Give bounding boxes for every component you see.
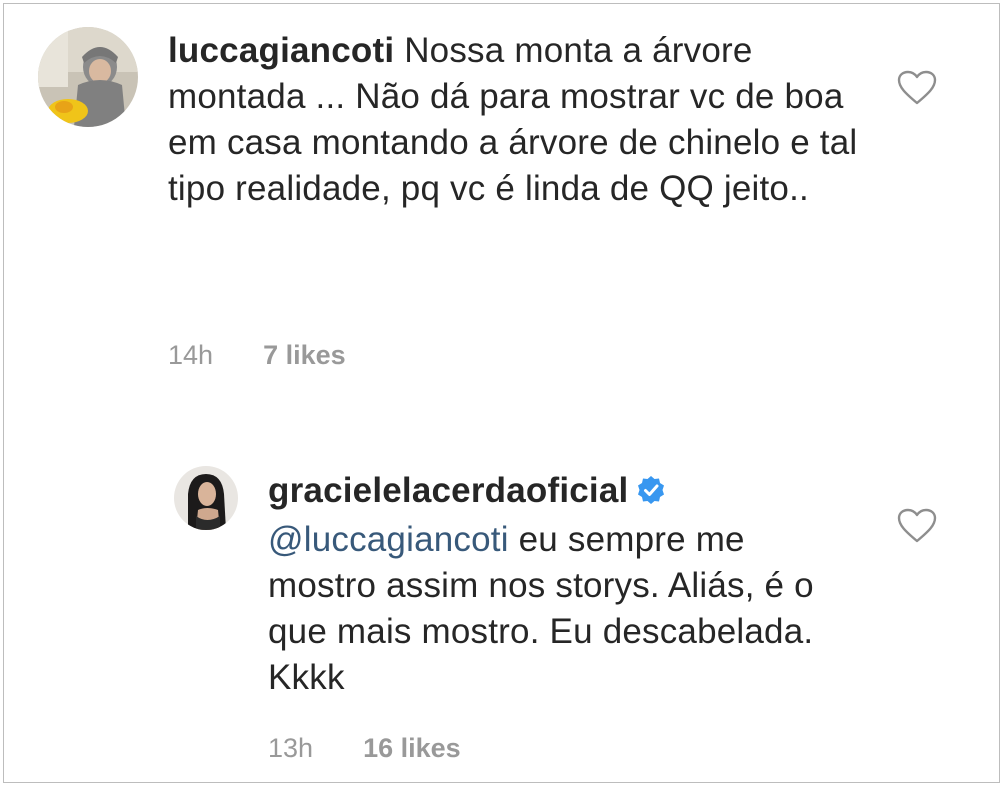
comment-username[interactable]: luccagiancoti <box>168 31 394 70</box>
commenter-avatar[interactable] <box>38 27 138 127</box>
heart-outline-icon[interactable] <box>897 70 937 111</box>
woman-photo-avatar-icon <box>174 466 238 530</box>
heart-outline-icon[interactable] <box>897 508 937 549</box>
commenter-avatar[interactable] <box>174 466 238 530</box>
comment-meta: 13h 16 likes <box>268 733 461 764</box>
baby-photo-avatar-icon <box>38 27 138 127</box>
comment-body: luccagiancoti Nossa monta a árvore monta… <box>168 28 868 212</box>
comment-likes[interactable]: 16 likes <box>363 733 461 763</box>
comment-mention-link[interactable]: @luccagiancoti <box>268 520 509 559</box>
comment-time: 14h <box>168 340 214 370</box>
comment-username[interactable]: gracielelacerdaoficial <box>268 471 628 510</box>
comment-time: 13h <box>268 733 314 763</box>
verified-badge-icon <box>636 471 666 517</box>
comment-body: gracielelacerdaoficial @luccagiancoti eu … <box>268 468 828 701</box>
comment-likes[interactable]: 7 likes <box>263 340 346 370</box>
comment-meta: 14h 7 likes <box>168 340 346 371</box>
